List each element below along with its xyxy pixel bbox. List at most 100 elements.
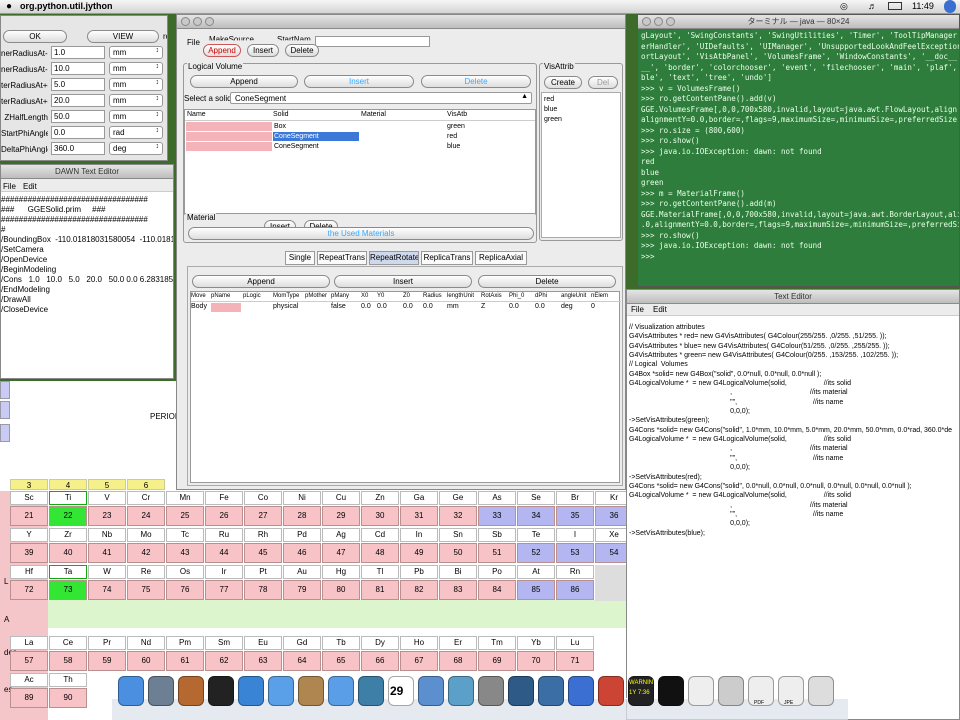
placement-column-header[interactable]: pMany [331, 293, 349, 299]
visattrib-list[interactable]: red blue green [541, 92, 621, 238]
element-w[interactable]: W 74 [88, 565, 126, 601]
view-button[interactable]: VIEW [87, 30, 159, 43]
element-po[interactable]: Po 84 [478, 565, 516, 601]
disk-icon[interactable] [718, 676, 744, 706]
color-app-icon[interactable] [598, 676, 624, 706]
placement-column-header[interactable]: Move [191, 293, 206, 299]
placement-column-header[interactable]: Radius [423, 293, 442, 299]
element-sb[interactable]: Sb 51 [478, 528, 516, 564]
placement-column-header[interactable]: Z0 [403, 293, 410, 299]
lv-column-header[interactable]: VisAtb [447, 111, 467, 118]
element-rh[interactable]: Rh 45 [244, 528, 282, 564]
element-pt[interactable]: Pt 78 [244, 565, 282, 601]
sysprefs-icon[interactable] [478, 676, 504, 706]
periodic-left-box[interactable] [0, 401, 10, 419]
lv-name-cell[interactable] [186, 142, 272, 151]
element-ti[interactable]: Ti 22 [49, 491, 87, 527]
element-gd[interactable]: Gd 64 [283, 636, 321, 672]
lv-name-cell[interactable] [186, 122, 272, 131]
ichat-icon[interactable] [268, 676, 294, 706]
periodic-left-box[interactable] [0, 381, 10, 399]
editor-menu-edit[interactable]: Edit [653, 305, 667, 314]
timemachine-icon[interactable] [508, 676, 534, 706]
element-tc[interactable]: Tc 43 [166, 528, 204, 564]
close-icon[interactable] [181, 17, 190, 26]
lv-column-header[interactable]: Material [361, 111, 386, 118]
placement-cell[interactable]: 0 [591, 303, 595, 310]
element-zn[interactable]: Zn 30 [361, 491, 399, 527]
placement-column-header[interactable]: Y0 [377, 293, 384, 299]
address-book-icon[interactable] [298, 676, 324, 706]
placement-column-header[interactable]: nElem [591, 293, 608, 299]
element-mn[interactable]: Mn 25 [166, 491, 204, 527]
gge-titlebar[interactable] [177, 15, 625, 29]
placement-column-header[interactable]: angleUnit [561, 293, 586, 299]
element-pr[interactable]: Pr 59 [88, 636, 126, 672]
element-bi[interactable]: Bi 83 [439, 565, 477, 601]
dashboard-icon[interactable] [208, 676, 234, 706]
dawn-menu-file[interactable]: File [3, 182, 16, 191]
zoom-icon[interactable] [205, 17, 214, 26]
element-as[interactable]: As 33 [478, 491, 516, 527]
param-unit-select[interactable]: deg ↕ [109, 142, 163, 155]
terminal-icon[interactable] [658, 676, 684, 706]
placement-column-header[interactable]: pLogic [243, 293, 261, 299]
param-unit-select[interactable]: rad ↕ [109, 126, 163, 139]
element-th[interactable]: Th 90 [49, 673, 87, 709]
placement-tab[interactable]: ReplicaTrans [421, 251, 473, 265]
element-v[interactable]: V 23 [88, 491, 126, 527]
placement-tab[interactable]: RepeatTrans [317, 251, 367, 265]
element-xe[interactable]: Xe 54 [595, 528, 628, 564]
preview-icon[interactable] [148, 676, 174, 706]
coffee-icon[interactable] [688, 676, 714, 706]
element-ho[interactable]: Ho 67 [400, 636, 438, 672]
element-nd[interactable]: Nd 60 [127, 636, 165, 672]
param-value-input[interactable]: 5.0 [51, 78, 105, 91]
placement-cell[interactable]: Z [481, 303, 485, 310]
element-zr[interactable]: Zr 40 [49, 528, 87, 564]
element-at[interactable]: At 85 [517, 565, 555, 601]
element-kr[interactable]: Kr 36 [595, 491, 628, 527]
zoom-icon[interactable] [666, 17, 675, 26]
lv-column-header[interactable]: Name [187, 111, 206, 118]
close-icon[interactable] [642, 17, 651, 26]
placement-column-header[interactable]: MomType [273, 293, 299, 299]
element-tl[interactable]: Tl 81 [361, 565, 399, 601]
element-yb[interactable]: Yb 70 [517, 636, 555, 672]
placement-cell[interactable]: false [331, 303, 346, 310]
element-ga[interactable]: Ga 31 [400, 491, 438, 527]
element-pd[interactable]: Pd 46 [283, 528, 321, 564]
iphoto-icon[interactable] [358, 676, 384, 706]
volume-icon[interactable]: ♬ [868, 1, 877, 11]
param-value-input[interactable]: 360.0 [51, 142, 105, 155]
element-cu[interactable]: Cu 29 [322, 491, 360, 527]
hangman-icon[interactable] [178, 676, 204, 706]
periodic-left-box[interactable] [0, 424, 10, 442]
select-solid-dropdown[interactable]: ConeSegment ▲︎ [230, 92, 532, 104]
element-i[interactable]: I 53 [556, 528, 594, 564]
network-icon[interactable] [448, 676, 474, 706]
ok-button[interactable]: OK [3, 30, 67, 43]
placement-cell[interactable]: 0.0 [403, 303, 413, 310]
visattrib-del-button[interactable]: Del [588, 76, 618, 89]
placement-delete-button[interactable]: Delete [478, 275, 616, 288]
element-dy[interactable]: Dy 66 [361, 636, 399, 672]
terminal-output[interactable]: gLayout', 'SwingConstants', 'SwingUtilit… [638, 29, 959, 262]
element-y[interactable]: Y 39 [10, 528, 48, 564]
app-icon[interactable] [568, 676, 594, 706]
dawn-menu-edit[interactable]: Edit [23, 182, 37, 191]
lv-append-button[interactable]: Append [190, 75, 298, 88]
element-ru[interactable]: Ru 44 [205, 528, 243, 564]
placement-cell[interactable]: physical [273, 303, 298, 310]
placement-column-header[interactable]: dPhi [535, 293, 547, 299]
visattrib-item[interactable]: green [544, 115, 618, 125]
spotlight-icon[interactable] [944, 0, 956, 13]
wifi-icon[interactable]: ◎ [840, 1, 848, 12]
terminal-titlebar[interactable]: ターミナル — java — 80×24 [638, 15, 959, 29]
param-unit-select[interactable]: mm ↕ [109, 94, 163, 107]
element-cr[interactable]: Cr 24 [127, 491, 165, 527]
element-nb[interactable]: Nb 41 [88, 528, 126, 564]
placement-column-header[interactable]: lengthUnit [447, 293, 474, 299]
element-eu[interactable]: Eu 63 [244, 636, 282, 672]
element-re[interactable]: Re 75 [127, 565, 165, 601]
